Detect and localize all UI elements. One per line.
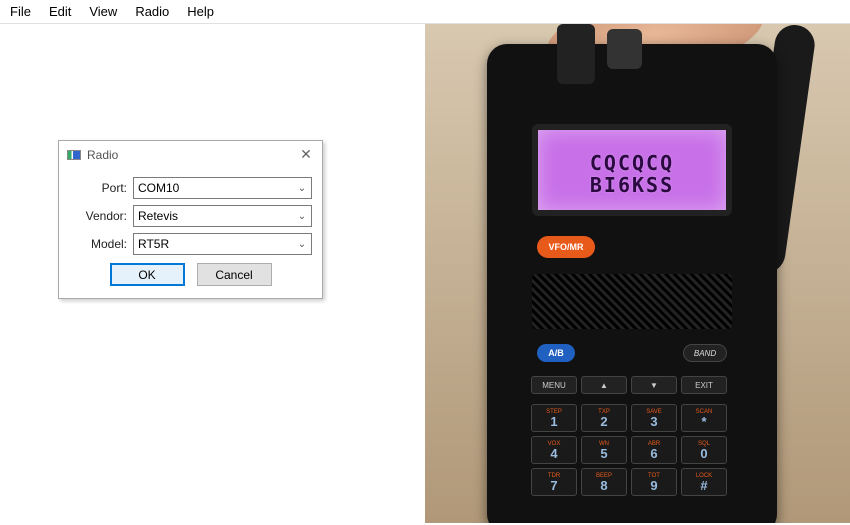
model-combobox[interactable]: RT5R ⌄ bbox=[133, 233, 312, 255]
exit-key: EXIT bbox=[681, 376, 727, 394]
key-1: STEP1 bbox=[531, 404, 577, 432]
key-6: ABR6 bbox=[631, 436, 677, 464]
speaker-grille bbox=[532, 274, 732, 329]
menubar: File Edit View Radio Help bbox=[0, 0, 850, 24]
antenna bbox=[557, 24, 595, 84]
port-label: Port: bbox=[69, 181, 127, 195]
key-hash: LOCK# bbox=[681, 468, 727, 496]
menu-view[interactable]: View bbox=[89, 4, 117, 19]
radio-photo: CQCQCQ BI6KSS VFO/MR A/B BAND MENU ▲ ▼ E… bbox=[425, 24, 850, 523]
key-5: WN5 bbox=[581, 436, 627, 464]
volume-knob bbox=[607, 29, 642, 69]
close-icon[interactable]: ✕ bbox=[298, 147, 314, 163]
down-key: ▼ bbox=[631, 376, 677, 394]
key-8: BEEP8 bbox=[581, 468, 627, 496]
dialog-title: Radio bbox=[87, 148, 118, 162]
chevron-down-icon[interactable]: ⌄ bbox=[293, 234, 311, 254]
application-client-area: Radio ✕ Port: COM10 ⌄ Vendor: Retevis ⌄ bbox=[0, 24, 425, 523]
key-2: TXP2 bbox=[581, 404, 627, 432]
band-button: BAND bbox=[683, 344, 727, 362]
function-key-row: MENU ▲ ▼ EXIT bbox=[531, 376, 727, 394]
key-3: SAVE3 bbox=[631, 404, 677, 432]
radio-dialog: Radio ✕ Port: COM10 ⌄ Vendor: Retevis ⌄ bbox=[58, 140, 323, 299]
radio-app-icon bbox=[67, 150, 81, 160]
ok-button[interactable]: OK bbox=[110, 263, 185, 286]
key-9: TOT9 bbox=[631, 468, 677, 496]
lcd-screen: CQCQCQ BI6KSS bbox=[532, 124, 732, 216]
chevron-down-icon[interactable]: ⌄ bbox=[293, 206, 311, 226]
menu-edit[interactable]: Edit bbox=[49, 4, 71, 19]
menu-help[interactable]: Help bbox=[187, 4, 214, 19]
vendor-value: Retevis bbox=[138, 209, 178, 223]
dialog-titlebar[interactable]: Radio ✕ bbox=[59, 141, 322, 169]
vfo-mr-button: VFO/MR bbox=[537, 236, 595, 258]
model-value: RT5R bbox=[138, 237, 169, 251]
chevron-down-icon[interactable]: ⌄ bbox=[293, 178, 311, 198]
menu-radio[interactable]: Radio bbox=[135, 4, 169, 19]
port-value: COM10 bbox=[138, 181, 179, 195]
handheld-radio: CQCQCQ BI6KSS VFO/MR A/B BAND MENU ▲ ▼ E… bbox=[487, 44, 777, 523]
cancel-button[interactable]: Cancel bbox=[197, 263, 272, 286]
menu-key: MENU bbox=[531, 376, 577, 394]
up-key: ▲ bbox=[581, 376, 627, 394]
key-sql: SQL0 bbox=[681, 436, 727, 464]
model-label: Model: bbox=[69, 237, 127, 251]
keypad: STEP1 TXP2 SAVE3 SCAN* VOX4 WN5 ABR6 SQL… bbox=[531, 404, 727, 496]
menu-file[interactable]: File bbox=[10, 4, 31, 19]
port-combobox[interactable]: COM10 ⌄ bbox=[133, 177, 312, 199]
lcd-line2: BI6KSS bbox=[538, 174, 726, 196]
key-scan: SCAN* bbox=[681, 404, 727, 432]
key-7: TDR7 bbox=[531, 468, 577, 496]
lcd-line1: CQCQCQ bbox=[538, 152, 726, 174]
vendor-label: Vendor: bbox=[69, 209, 127, 223]
vendor-combobox[interactable]: Retevis ⌄ bbox=[133, 205, 312, 227]
key-4: VOX4 bbox=[531, 436, 577, 464]
ab-button: A/B bbox=[537, 344, 575, 362]
